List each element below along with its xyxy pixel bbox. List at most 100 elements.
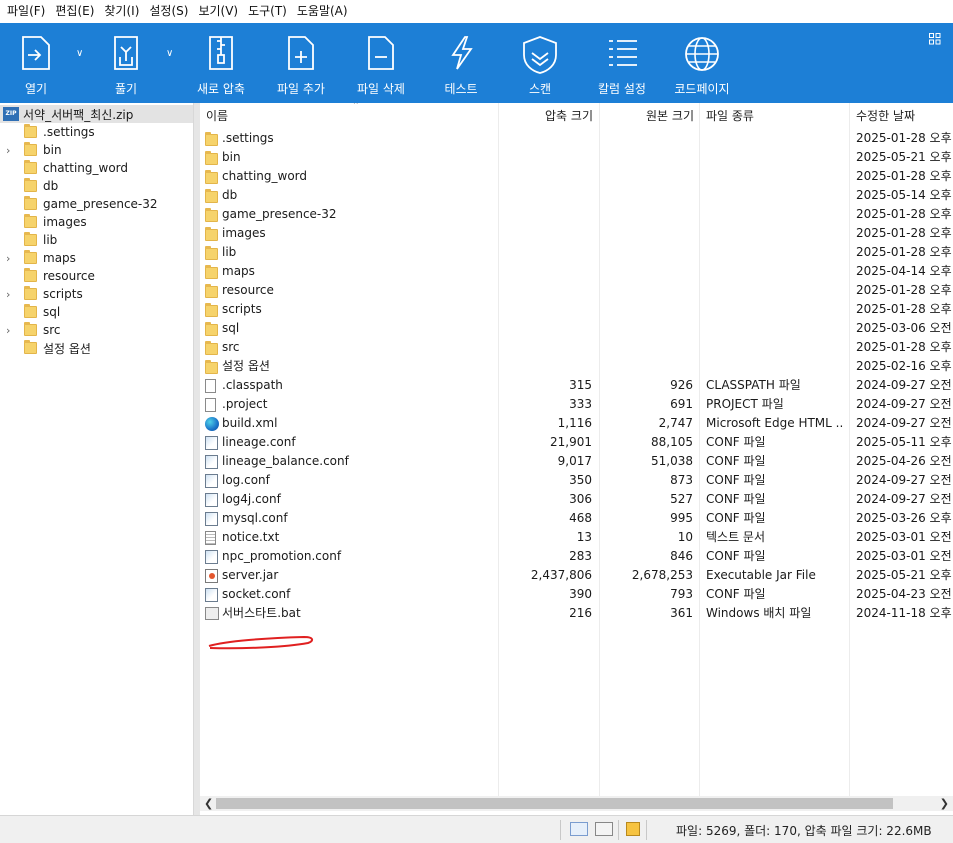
file-row[interactable]: lineage_balance.conf 9,017 51,038 CONF 파일 20… [200, 452, 953, 471]
file-row[interactable]: chatting_word 2025-01-28 오후 [200, 167, 953, 186]
scroll-right-arrow-icon[interactable]: ❯ [940, 796, 949, 811]
menu-item[interactable]: 찾기(I) [99, 0, 144, 23]
menu-item[interactable]: 파일(F) [2, 0, 50, 23]
horizontal-scrollbar[interactable]: ❮ ❯ [200, 796, 953, 811]
compressed-size: 350 [569, 473, 592, 487]
compressed-size: 333 [569, 397, 592, 411]
file-row[interactable]: lib 2025-01-28 오후 [200, 243, 953, 262]
folder-icon [24, 196, 37, 210]
file-row[interactable]: bin 2025-05-21 오후 [200, 148, 953, 167]
compressed-size: 2,437,806 [530, 568, 592, 582]
column-settings-button[interactable]: 칼럼 설정 [596, 23, 648, 103]
column-header-modified[interactable]: 수정한 날짜 [856, 103, 953, 128]
new-archive-button[interactable]: 새로 압축 [196, 23, 246, 103]
original-size [599, 129, 693, 148]
scan-button[interactable]: 스캔 [519, 23, 561, 103]
modified-date: 2025-01-28 오후 [856, 226, 952, 240]
file-row[interactable]: images 2025-01-28 오후 [200, 224, 953, 243]
file-row[interactable]: sql 2025-03-06 오전 [200, 319, 953, 338]
extract-dropdown-arrow[interactable]: ∨ [166, 48, 173, 59]
original-size: 2,678,253 [631, 568, 693, 582]
tree-item[interactable]: › maps [0, 249, 190, 267]
folder-icon [24, 340, 37, 354]
extract-button[interactable]: 풀기 [102, 23, 150, 103]
layout-grid-icon[interactable] [929, 33, 941, 45]
modified-date: 2025-05-21 오후 [856, 150, 952, 164]
file-row[interactable]: 설정 옵션 2025-02-16 오후 [200, 357, 953, 376]
file-row[interactable]: resource 2025-01-28 오후 [200, 281, 953, 300]
expand-chevron-icon[interactable]: › [6, 252, 10, 265]
compressed-size: 390 [569, 587, 592, 601]
delete-file-button[interactable]: 파일 삭제 [355, 23, 407, 103]
tree-item-label: src [43, 323, 61, 337]
original-size: 846 [670, 549, 693, 563]
menu-item[interactable]: 도구(T) [243, 0, 292, 23]
scroll-left-arrow-icon[interactable]: ❮ [204, 796, 213, 811]
tree-item[interactable]: db [0, 177, 190, 195]
open-dropdown-arrow[interactable]: ∨ [76, 48, 83, 59]
java-jar-icon [205, 569, 218, 583]
tree-item[interactable]: sql [0, 303, 190, 321]
column-header-compressed[interactable]: 압축 크기 [498, 103, 593, 128]
folder-icon [24, 268, 37, 282]
add-file-button[interactable]: 파일 추가 [275, 23, 327, 103]
modified-date: 2025-01-28 오후 [856, 131, 952, 145]
file-row[interactable]: server.jar 2,437,806 2,678,253 Executable J… [200, 566, 953, 585]
folder-icon [205, 341, 218, 355]
file-type [706, 262, 844, 281]
file-row[interactable]: 서버스타트.bat 216 361 Windows 배치 파일 2024-11-18 오… [200, 604, 953, 623]
tree-item[interactable]: game_presence-32 [0, 195, 190, 213]
column-header-original[interactable]: 원본 크기 [599, 103, 694, 128]
menu-item[interactable]: 보기(V) [193, 0, 243, 23]
file-row[interactable]: scripts 2025-01-28 오후 [200, 300, 953, 319]
tree-item[interactable]: .settings [0, 123, 190, 141]
file-row[interactable]: .settings 2025-01-28 오후 [200, 129, 953, 148]
archive-info-icon[interactable] [626, 822, 640, 836]
test-button[interactable]: 테스트 [443, 23, 479, 103]
modified-date: 2024-09-27 오전 [856, 416, 952, 430]
column-header-type[interactable]: 파일 종류 [706, 103, 846, 128]
column-header-name[interactable]: 이름 ⌃ [206, 103, 496, 128]
tree-item[interactable]: › src [0, 321, 190, 339]
detail-view-icon[interactable] [570, 822, 588, 836]
compressed-size [498, 129, 592, 148]
tree-item[interactable]: chatting_word [0, 159, 190, 177]
expand-chevron-icon[interactable]: › [6, 144, 10, 157]
file-row[interactable]: .project 333 691 PROJECT 파일 2024-09-27 오전 [200, 395, 953, 414]
file-row[interactable]: log4j.conf 306 527 CONF 파일 2024-09-27 오전 [200, 490, 953, 509]
file-row[interactable]: mysql.conf 468 995 CONF 파일 2025-03-26 오후 [200, 509, 953, 528]
file-row[interactable]: .classpath 315 926 CLASSPATH 파일 2024-09-27 오… [200, 376, 953, 395]
folder-icon [205, 265, 218, 279]
modified-date: 2025-04-23 오전 [856, 587, 952, 601]
tree-item[interactable]: lib [0, 231, 190, 249]
tree-root[interactable]: ZIP 서약_서버팩_최신.zip [0, 105, 193, 123]
file-row[interactable]: npc_promotion.conf 283 846 CONF 파일 2025-03-0… [200, 547, 953, 566]
tree-item-label: sql [43, 305, 61, 319]
codepage-button[interactable]: 코드페이지 [672, 23, 732, 103]
file-row[interactable]: lineage.conf 21,901 88,105 CONF 파일 2025-05-1… [200, 433, 953, 452]
expand-chevron-icon[interactable]: › [6, 324, 10, 337]
menu-item[interactable]: 편집(E) [50, 0, 99, 23]
file-name: maps [222, 264, 255, 278]
menu-item[interactable]: 설정(S) [144, 0, 193, 23]
file-row[interactable]: game_presence-32 2025-01-28 오후 [200, 205, 953, 224]
file-row[interactable]: notice.txt 13 10 텍스트 문서 2025-03-01 오전 [200, 528, 953, 547]
scrollbar-thumb[interactable] [216, 798, 893, 809]
tree-item[interactable]: › scripts [0, 285, 190, 303]
file-row[interactable]: log.conf 350 873 CONF 파일 2024-09-27 오전 [200, 471, 953, 490]
thumbnail-view-icon[interactable] [595, 822, 613, 836]
file-row[interactable]: build.xml 1,116 2,747 Microsoft Edge HTML .… [200, 414, 953, 433]
file-row[interactable]: db 2025-05-14 오후 [200, 186, 953, 205]
file-row[interactable]: socket.conf 390 793 CONF 파일 2025-04-23 오전 [200, 585, 953, 604]
tree-item[interactable]: resource [0, 267, 190, 285]
file-row[interactable]: maps 2025-04-14 오후 [200, 262, 953, 281]
expand-chevron-icon[interactable]: › [6, 288, 10, 301]
menu-item[interactable]: 도움말(A) [292, 0, 353, 23]
modified-date: 2025-04-14 오후 [856, 264, 952, 278]
tree-item[interactable]: › bin [0, 141, 190, 159]
tree-item[interactable]: 설정 옵션 [0, 339, 190, 357]
open-button[interactable]: 열기 [12, 23, 60, 103]
file-row[interactable]: src 2025-01-28 오후 [200, 338, 953, 357]
original-size [599, 224, 693, 243]
tree-item[interactable]: images [0, 213, 190, 231]
